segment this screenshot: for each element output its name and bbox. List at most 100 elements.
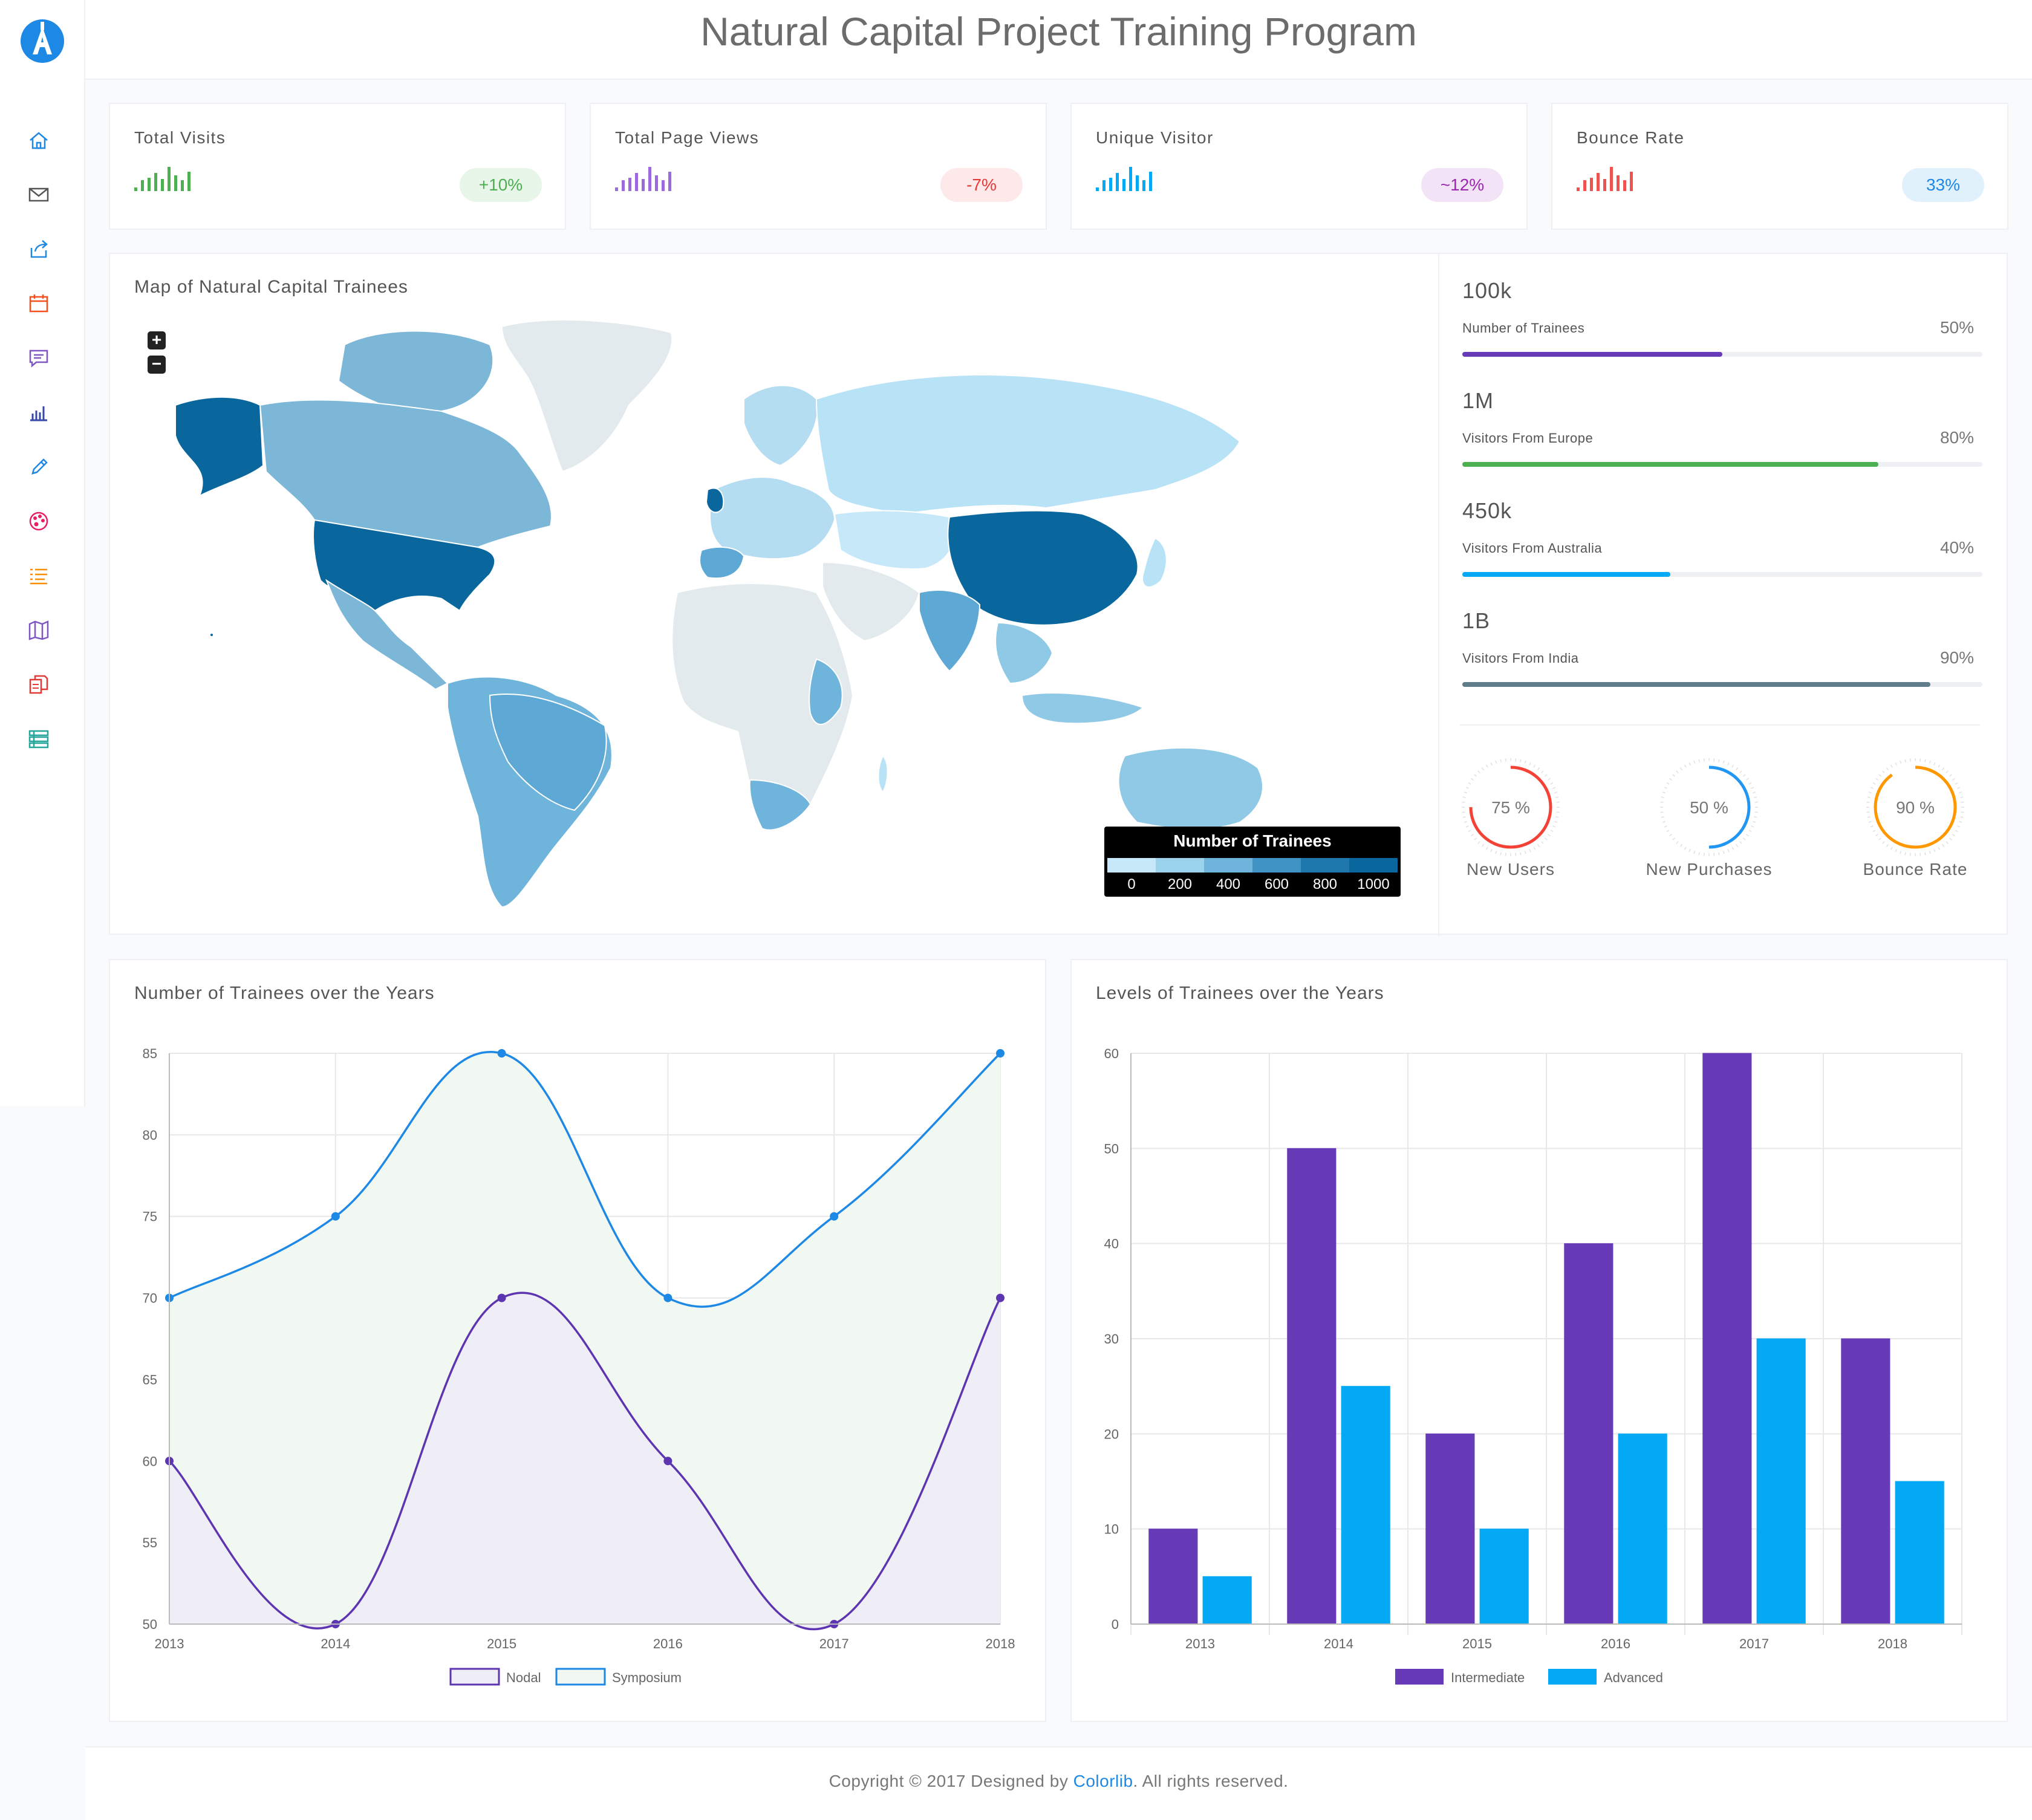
- gauge-label: Bounce Rate: [1863, 860, 1968, 879]
- gauge-tick: [1929, 760, 1931, 764]
- gauge-tick: [1742, 837, 1746, 840]
- gauge-tick: [1909, 758, 1911, 762]
- progress-value: 1M: [1462, 388, 1494, 413]
- stat-card: Bounce Rate 33%: [1551, 103, 2008, 230]
- gauge-tick: [1495, 851, 1497, 854]
- gauge-tick: [1666, 782, 1670, 785]
- sparkline-bar: [1102, 180, 1106, 191]
- calendar-icon[interactable]: [27, 291, 51, 316]
- share-icon[interactable]: [27, 237, 51, 261]
- line-chart[interactable]: 50 55 60 65 70 75 80 85 2013 2014 2015 2016 2017 2018…: [109, 959, 1046, 1722]
- gauge-value: 90 %: [1896, 798, 1935, 817]
- map-region-indonesia: [1021, 692, 1144, 724]
- gauge-tick: [1477, 840, 1480, 844]
- gauge-tick: [1684, 847, 1687, 850]
- world-map[interactable]: [163, 308, 1397, 913]
- sparkline-bar: [1623, 180, 1626, 191]
- gauge-tick: [1662, 821, 1666, 823]
- progress-percent: 40%: [1939, 538, 1974, 557]
- progress-fill: [1462, 462, 1878, 467]
- divider: [1438, 254, 1439, 936]
- a-letter-logo-icon[interactable]: [19, 18, 65, 64]
- palette-icon[interactable]: [27, 509, 51, 533]
- bar-chart[interactable]: 0 10 20 30 40 50 60 2013 2014 2015 2016 2017 2018 Int…: [1070, 959, 2008, 1722]
- gauge-tick: [1949, 837, 1952, 840]
- gauge-tick: [1679, 767, 1682, 770]
- sparkline-bar: [187, 172, 190, 191]
- y-tick-label: 50: [143, 1617, 157, 1632]
- data-point: [663, 1457, 672, 1466]
- gauge-tick: [1500, 852, 1502, 856]
- envelope-icon[interactable]: [27, 183, 51, 207]
- x-tick-label: 2015: [487, 1636, 516, 1651]
- gauge-tick: [1920, 758, 1921, 762]
- gauge-tick: [1462, 801, 1465, 803]
- gauge-tick: [1754, 801, 1758, 803]
- legend-label: Nodal: [506, 1670, 541, 1685]
- progress-track: [1462, 682, 1982, 687]
- bar: [1479, 1529, 1529, 1625]
- gauge-tick: [1727, 762, 1730, 765]
- map-region-iberia: [699, 546, 745, 579]
- legend-label: Symposium: [612, 1670, 682, 1685]
- sparkline-bar: [181, 180, 184, 191]
- table-icon[interactable]: [27, 727, 51, 751]
- gauge-tick: [1753, 821, 1756, 823]
- map-region-japan: [1142, 537, 1167, 588]
- pages-icon[interactable]: [27, 672, 51, 697]
- progress-fill: [1462, 572, 1670, 577]
- data-point: [331, 1212, 340, 1221]
- gauge-tick: [1544, 774, 1548, 777]
- gauge-tick: [1739, 840, 1742, 844]
- pencil-icon[interactable]: [27, 455, 51, 479]
- progress-fill: [1462, 682, 1930, 687]
- gauge-tick: [1886, 844, 1889, 847]
- x-tick-label: 2013: [155, 1636, 184, 1651]
- y-tick-label: 55: [143, 1535, 157, 1550]
- list-icon[interactable]: [27, 564, 51, 588]
- top-bar: Natural Capital Project Training Program: [85, 0, 2032, 80]
- map-icon[interactable]: [27, 618, 51, 642]
- map-region-india: [919, 590, 981, 672]
- bar-chart-icon[interactable]: [27, 400, 51, 424]
- gauge-tick: [1872, 830, 1876, 833]
- x-tick-label: 2017: [1739, 1636, 1769, 1651]
- gauge-tick: [1878, 837, 1882, 840]
- gauge-tick: [1554, 791, 1558, 794]
- gauge-tick: [1870, 825, 1874, 828]
- gauge-tick: [1751, 825, 1754, 828]
- gauge-tick: [1664, 787, 1667, 789]
- sparkline-bar: [668, 172, 671, 191]
- gauge-value: 50 %: [1690, 798, 1728, 817]
- gauge-tick: [1676, 840, 1679, 844]
- sparkline-bar: [662, 180, 665, 191]
- map-region-greenland: [501, 319, 673, 473]
- gauge-tick: [1949, 774, 1952, 777]
- y-tick-label: 40: [1104, 1237, 1119, 1252]
- progress-percent: 50%: [1939, 318, 1974, 337]
- sparkline-bar: [1610, 167, 1613, 191]
- gauge-tick: [1660, 811, 1664, 813]
- chat-icon[interactable]: [27, 346, 51, 370]
- gauge-tick: [1672, 837, 1676, 840]
- colorlib-link[interactable]: Colorlib: [1073, 1772, 1133, 1790]
- gauge-tick: [1550, 782, 1554, 785]
- sparkline-bar: [141, 180, 144, 191]
- gauge-tick: [1938, 764, 1941, 768]
- bar: [1148, 1529, 1198, 1625]
- gauge-tick: [1684, 764, 1687, 768]
- gauge-tick: [1868, 791, 1872, 794]
- gauge-tick: [1533, 764, 1536, 768]
- legend-label: Advanced: [1604, 1670, 1663, 1685]
- stat-title: Bounce Rate: [1577, 128, 1685, 147]
- x-tick-label: 2013: [1185, 1636, 1215, 1651]
- progress-track: [1462, 352, 1982, 357]
- y-tick-label: 50: [1104, 1141, 1119, 1156]
- gauge-tick: [1746, 834, 1749, 837]
- map-region-arctic-canada: [337, 330, 494, 413]
- map-region-scandinavia: [743, 385, 818, 467]
- sparkline-bar: [1630, 172, 1633, 191]
- gauge-tick: [1961, 811, 1964, 813]
- gauge-tick: [1722, 851, 1725, 854]
- home-icon[interactable]: [27, 128, 51, 152]
